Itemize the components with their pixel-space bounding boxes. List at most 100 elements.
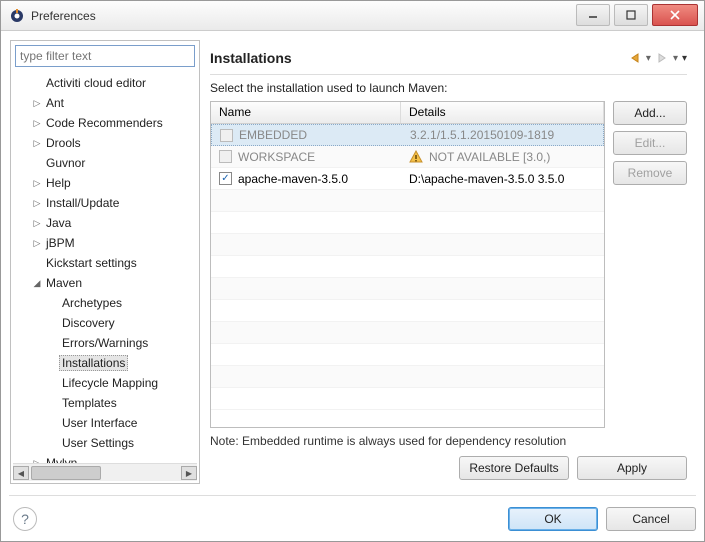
table-row[interactable]: WORKSPACE NOT AVAILABLE [3.0,) xyxy=(211,146,604,168)
expand-icon[interactable]: ▷ xyxy=(31,118,43,129)
cancel-button[interactable]: Cancel xyxy=(606,507,696,531)
tree-item[interactable]: ▷Ant xyxy=(13,93,197,113)
scroll-left-arrow[interactable]: ◀ xyxy=(13,466,29,480)
tree-item[interactable]: ◢Maven xyxy=(13,273,197,293)
page-toolbar: ▾ ▾ ▾ xyxy=(628,51,687,65)
tree-item-label: Code Recommenders xyxy=(43,115,166,131)
installations-table: Name Details EMBEDDED 3.2.1/1.5.1.2015010… xyxy=(210,101,605,428)
table-row[interactable]: EMBEDDED 3.2.1/1.5.1.20150109-1819 xyxy=(211,124,604,146)
row-name: apache-maven-3.5.0 xyxy=(238,172,348,186)
tree-item-label: Kickstart settings xyxy=(43,255,140,271)
back-icon[interactable] xyxy=(628,51,642,65)
tree-h-scrollbar[interactable]: ◀ ▶ xyxy=(13,463,197,481)
tree-item[interactable]: Activiti cloud editor xyxy=(13,73,197,93)
table-row[interactable]: ✓ apache-maven-3.5.0 D:\apache-maven-3.5.0… xyxy=(211,168,604,190)
tree-item[interactable]: Discovery xyxy=(13,313,197,333)
tree-item[interactable]: ▷Java xyxy=(13,213,197,233)
dropdown-icon[interactable]: ▾ xyxy=(646,53,651,64)
tree-item-label: Java xyxy=(43,215,74,231)
maximize-button[interactable] xyxy=(614,4,648,26)
dialog-footer: ? OK Cancel xyxy=(9,495,696,533)
tree-item-label: Drools xyxy=(43,135,84,151)
warning-icon xyxy=(409,150,423,164)
tree-item[interactable]: ▷Drools xyxy=(13,133,197,153)
table-row-empty xyxy=(211,300,604,322)
tree-item[interactable]: Templates xyxy=(13,393,197,413)
row-details: 3.2.1/1.5.1.20150109-1819 xyxy=(410,128,554,142)
table-row-empty xyxy=(211,366,604,388)
tree-item-label: Help xyxy=(43,175,74,191)
add-button[interactable]: Add... xyxy=(613,101,687,125)
tree-item[interactable]: ▷Help xyxy=(13,173,197,193)
tree-item-label: Discovery xyxy=(59,315,118,331)
expand-icon[interactable]: ▷ xyxy=(31,178,43,189)
tree-item[interactable]: ▷Mylyn xyxy=(13,453,197,463)
tree-item-label: jBPM xyxy=(43,235,78,251)
row-checkbox[interactable]: ✓ xyxy=(219,172,232,185)
dropdown-icon[interactable]: ▾ xyxy=(673,53,678,64)
expand-icon[interactable]: ▷ xyxy=(31,138,43,149)
app-icon xyxy=(9,8,25,24)
expand-icon[interactable]: ▷ xyxy=(31,198,43,209)
row-name: EMBEDDED xyxy=(239,128,307,142)
tree-item[interactable]: Lifecycle Mapping xyxy=(13,373,197,393)
table-row-empty xyxy=(211,322,604,344)
tree-item-label: User Interface xyxy=(59,415,140,431)
tree-item-label: Mylyn xyxy=(43,455,80,463)
menu-icon[interactable]: ▾ xyxy=(682,53,687,64)
help-icon[interactable]: ? xyxy=(13,507,37,531)
tree-item-label: User Settings xyxy=(59,435,137,451)
tree-item[interactable]: ▷jBPM xyxy=(13,233,197,253)
remove-button[interactable]: Remove xyxy=(613,161,687,185)
table-row-empty xyxy=(211,278,604,300)
preferences-page: Installations ▾ ▾ ▾ Select the installat… xyxy=(200,40,695,484)
tree-item-label: Installations xyxy=(59,355,128,371)
tree-item-label: Archetypes xyxy=(59,295,125,311)
column-header-details[interactable]: Details xyxy=(401,102,604,123)
tree-item-label: Guvnor xyxy=(43,155,88,171)
scroll-right-arrow[interactable]: ▶ xyxy=(181,466,197,480)
expand-icon[interactable]: ▷ xyxy=(31,218,43,229)
note-text: Note: Embedded runtime is always used fo… xyxy=(210,434,687,448)
table-row-empty xyxy=(211,212,604,234)
tree-item[interactable]: Installations xyxy=(13,353,197,373)
row-details: NOT AVAILABLE [3.0,) xyxy=(429,150,550,164)
ok-button[interactable]: OK xyxy=(508,507,598,531)
filter-input[interactable] xyxy=(15,45,195,67)
table-row-empty xyxy=(211,256,604,278)
edit-button[interactable]: Edit... xyxy=(613,131,687,155)
tree-item-label: Lifecycle Mapping xyxy=(59,375,161,391)
forward-icon[interactable] xyxy=(655,51,669,65)
tree-item-label: Errors/Warnings xyxy=(59,335,151,351)
tree-item[interactable]: Guvnor xyxy=(13,153,197,173)
table-row-empty xyxy=(211,388,604,410)
tree-item[interactable]: Archetypes xyxy=(13,293,197,313)
tree-item[interactable]: ▷Install/Update xyxy=(13,193,197,213)
row-checkbox xyxy=(220,129,233,142)
row-checkbox xyxy=(219,150,232,163)
expand-icon[interactable]: ▷ xyxy=(31,238,43,249)
minimize-button[interactable] xyxy=(576,4,610,26)
tree-item-label: Maven xyxy=(43,275,85,291)
tree-item[interactable]: User Interface xyxy=(13,413,197,433)
tree-item[interactable]: User Settings xyxy=(13,433,197,453)
expand-icon[interactable]: ◢ xyxy=(31,278,43,289)
row-name: WORKSPACE xyxy=(238,150,315,164)
tree-item[interactable]: Kickstart settings xyxy=(13,253,197,273)
row-details: D:\apache-maven-3.5.0 3.5.0 xyxy=(409,172,564,186)
column-header-name[interactable]: Name xyxy=(211,102,401,123)
restore-defaults-button[interactable]: Restore Defaults xyxy=(459,456,569,480)
tree-item-label: Ant xyxy=(43,95,67,111)
tree-item[interactable]: ▷Code Recommenders xyxy=(13,113,197,133)
close-button[interactable] xyxy=(652,4,698,26)
expand-icon[interactable]: ▷ xyxy=(31,98,43,109)
page-description: Select the installation used to launch M… xyxy=(210,81,687,95)
apply-button[interactable]: Apply xyxy=(577,456,687,480)
tree-item[interactable]: Errors/Warnings xyxy=(13,333,197,353)
tree-item-label: Activiti cloud editor xyxy=(43,75,149,91)
table-row-empty xyxy=(211,234,604,256)
table-row-empty xyxy=(211,344,604,366)
preferences-tree[interactable]: Activiti cloud editor▷Ant▷Code Recommend… xyxy=(13,73,197,463)
scroll-thumb[interactable] xyxy=(31,466,101,480)
table-row-empty xyxy=(211,190,604,212)
